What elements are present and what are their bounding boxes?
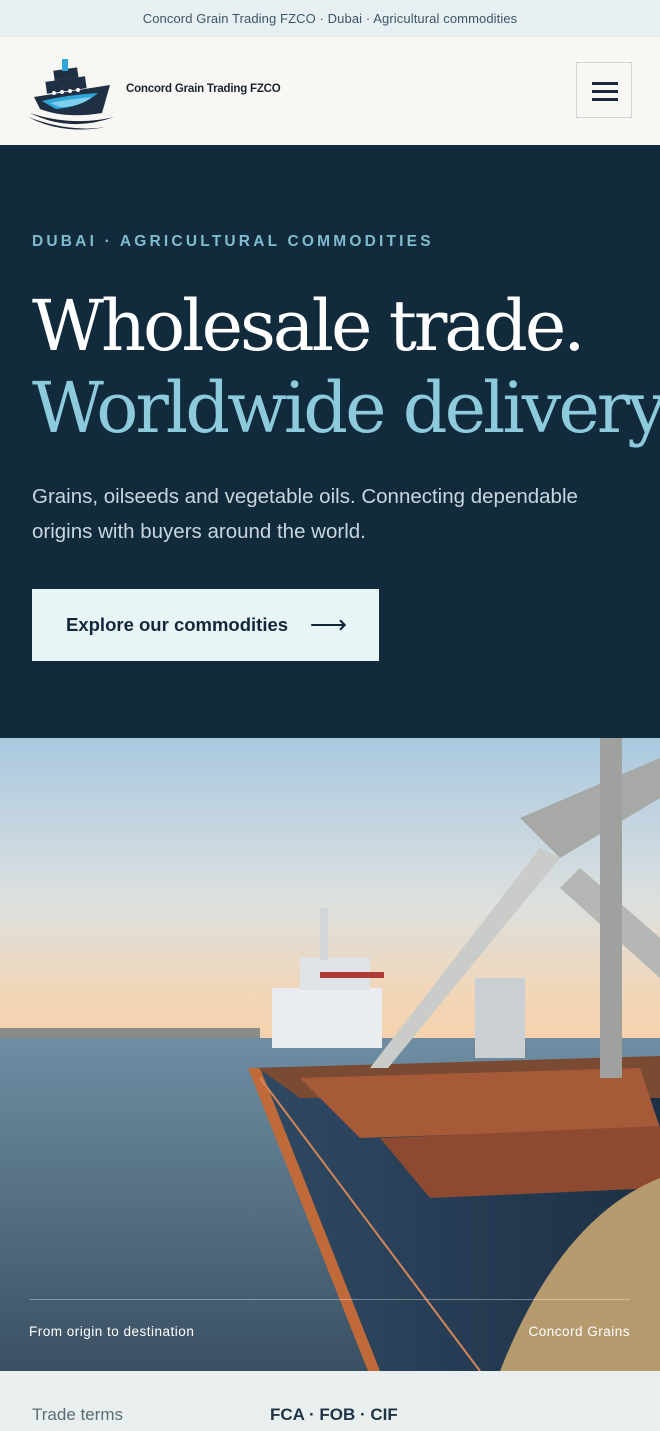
photo-caption-right: Concord Grains	[528, 1324, 630, 1339]
top-announcement-bar: Concord Grain Trading FZCO · Dubai · Agr…	[0, 0, 660, 37]
ship-logo-icon[interactable]	[26, 55, 118, 133]
trade-terms-row: Trade terms FCA · FOB · CIF	[0, 1371, 660, 1431]
photo-caption-left: From origin to destination	[29, 1324, 195, 1339]
hero-title: Wholesale trade. Worldwide delivery.	[32, 285, 660, 449]
cta-label: Explore our commodities	[66, 614, 289, 635]
hero-lede: Grains, oilseeds and vegetable oils. Con…	[32, 485, 578, 543]
hero-kicker: DUBAI · AGRICULTURAL COMMODITIES	[32, 233, 434, 250]
site-header: Concord Grain Trading FZCO	[0, 37, 660, 145]
brand-name[interactable]: Concord Grain Trading FZCO	[126, 83, 281, 95]
hero-section: DUBAI · AGRICULTURAL COMMODITIES Wholesa…	[0, 145, 660, 738]
explore-commodities-button[interactable]: Explore our commodities ⟶	[32, 589, 379, 661]
hamburger-menu-icon	[592, 82, 618, 85]
menu-button[interactable]	[576, 62, 632, 118]
hamburger-line	[592, 98, 618, 101]
trade-terms-label: Trade terms	[32, 1405, 124, 1424]
hero-title-line1: Wholesale trade.	[32, 285, 586, 367]
caption-divider	[30, 1299, 630, 1300]
trade-terms-value: FCA · FOB · CIF	[270, 1405, 398, 1424]
hamburger-line	[592, 90, 618, 93]
hero-title-line2: Worldwide delivery.	[32, 367, 660, 449]
arrow-right-icon: ⟶	[309, 609, 347, 639]
announcement-text: Concord Grain Trading FZCO · Dubai · Agr…	[142, 11, 518, 26]
hero-photo-ship: From origin to destination Concord Grain…	[0, 738, 660, 1371]
